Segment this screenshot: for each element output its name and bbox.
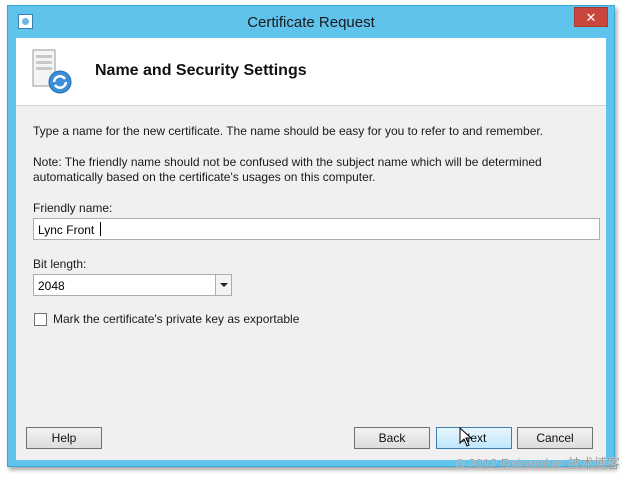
certificate-server-icon <box>32 49 72 94</box>
next-button[interactable]: Next <box>436 427 512 449</box>
friendly-name-label: Friendly name: <box>33 201 113 215</box>
help-button[interactable]: Help <box>26 427 102 449</box>
title-bar[interactable]: Certificate Request ✕ <box>8 6 614 38</box>
wizard-header: Name and Security Settings <box>16 38 606 106</box>
note-text-line-1: Note: The friendly name should not be co… <box>33 155 542 169</box>
friendly-name-value: Lync Front <box>38 223 95 237</box>
bit-length-select[interactable]: 2048 <box>33 274 232 296</box>
mouse-pointer-icon <box>459 427 473 447</box>
friendly-name-input[interactable]: Lync Front <box>33 218 600 240</box>
bit-length-value: 2048 <box>38 279 65 293</box>
instruction-text: Type a name for the new certificate. The… <box>33 124 544 138</box>
exportable-key-label[interactable]: Mark the certificate's private key as ex… <box>53 312 299 326</box>
cancel-button[interactable]: Cancel <box>517 427 593 449</box>
note-text-line-2: automatically based on the certificate's… <box>33 170 376 184</box>
dialog-window: Certificate Request ✕ Name and Security … <box>7 5 615 467</box>
page-title: Name and Security Settings <box>95 62 307 79</box>
dialog-client-area: Name and Security Settings Type a name f… <box>16 38 606 460</box>
watermark-text: © 2012 Reinember 技术博客 <box>455 456 620 471</box>
bit-length-label: Bit length: <box>33 257 87 271</box>
chevron-down-icon[interactable] <box>215 275 231 295</box>
close-button[interactable]: ✕ <box>574 7 608 27</box>
exportable-key-checkbox[interactable] <box>34 313 47 326</box>
text-caret <box>100 222 101 236</box>
back-button[interactable]: Back <box>354 427 430 449</box>
window-title: Certificate Request <box>247 14 375 31</box>
